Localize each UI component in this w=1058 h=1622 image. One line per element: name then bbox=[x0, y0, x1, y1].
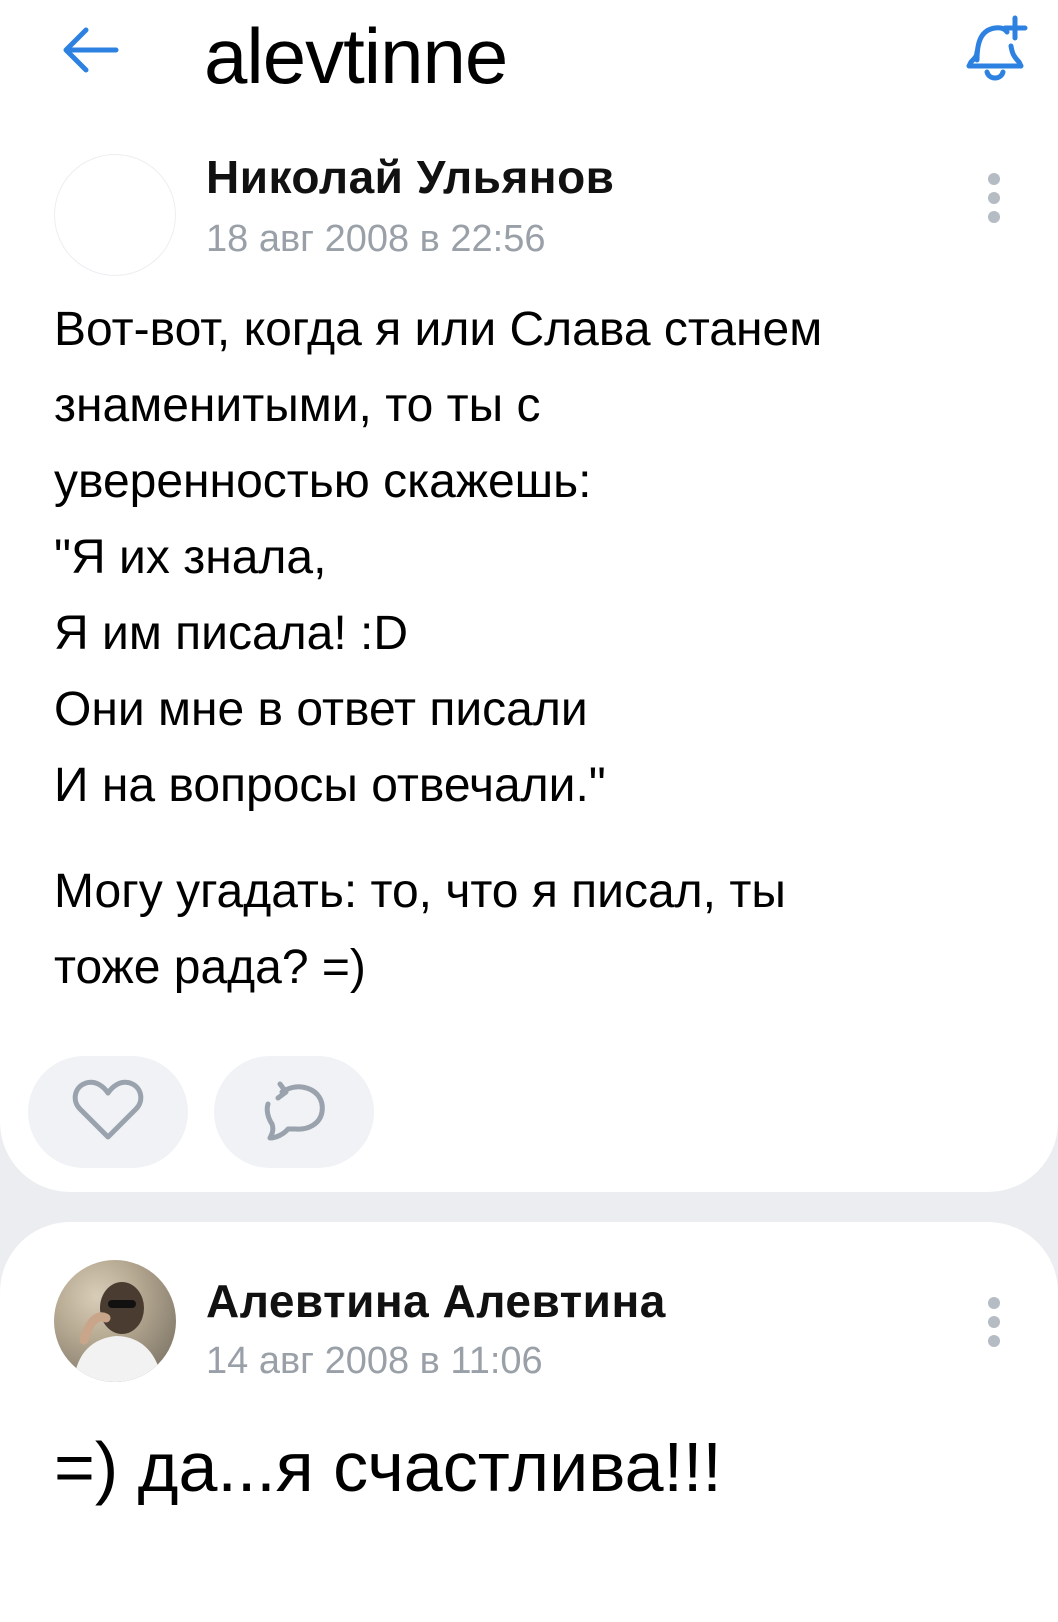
comment-text-line: тоже рада? =) bbox=[54, 941, 366, 994]
comment-text-line: Они мне в ответ писали bbox=[54, 683, 588, 736]
bell-plus-icon bbox=[961, 12, 1033, 93]
subscribe-notifications-button[interactable] bbox=[958, 12, 1036, 92]
comment-card: Николай Ульянов 18 авг 2008 в 22:56 Вот-… bbox=[0, 120, 1058, 1192]
top-bar: alevtinne bbox=[0, 0, 1058, 130]
comment-text-line: И на вопросы отвечали." bbox=[54, 759, 606, 812]
reply-date: 14 авг 2008 в 11:06 bbox=[206, 1340, 543, 1382]
comment-text-line: "Я их знала, bbox=[54, 531, 327, 584]
more-options-button[interactable] bbox=[974, 1282, 1014, 1362]
comment-text-line: уверенностью скажешь: bbox=[54, 455, 592, 508]
comment-text-line: знаменитыми, то ты с bbox=[54, 379, 541, 432]
comment-text: Вот-вот, когда я или Слава станем знамени… bbox=[54, 292, 1024, 1006]
heart-icon bbox=[70, 1077, 146, 1148]
comment-text-line: Могу угадать: то, что я писал, ты bbox=[54, 865, 786, 918]
comment-text-line: Я им писала! :D bbox=[54, 607, 409, 660]
share-icon bbox=[258, 1078, 330, 1147]
page-title: alevtinne bbox=[204, 12, 508, 100]
comment-author[interactable]: Николай Ульянов bbox=[206, 150, 614, 204]
comment-text-line: Вот-вот, когда я или Слава станем bbox=[54, 303, 823, 356]
back-button[interactable] bbox=[52, 18, 128, 86]
avatar[interactable] bbox=[54, 1260, 176, 1382]
reply-card: Алевтина Алевтина 14 авг 2008 в 11:06 =)… bbox=[0, 1222, 1058, 1622]
more-dot bbox=[988, 173, 1000, 185]
share-button[interactable] bbox=[214, 1056, 374, 1168]
reply-author[interactable]: Алевтина Алевтина bbox=[206, 1274, 666, 1328]
like-button[interactable] bbox=[28, 1056, 188, 1168]
comment-text-line bbox=[54, 824, 1024, 854]
reply-text: =) да...я счастлива!!! bbox=[54, 1428, 722, 1506]
more-options-button[interactable] bbox=[974, 158, 1014, 238]
avatar[interactable] bbox=[54, 154, 176, 276]
more-dot bbox=[988, 1316, 1000, 1328]
more-dot bbox=[988, 211, 1000, 223]
more-dot bbox=[988, 1335, 1000, 1347]
more-dot bbox=[988, 1297, 1000, 1309]
arrow-left-icon bbox=[58, 24, 122, 81]
comment-date: 18 авг 2008 в 22:56 bbox=[206, 218, 546, 260]
more-dot bbox=[988, 192, 1000, 204]
